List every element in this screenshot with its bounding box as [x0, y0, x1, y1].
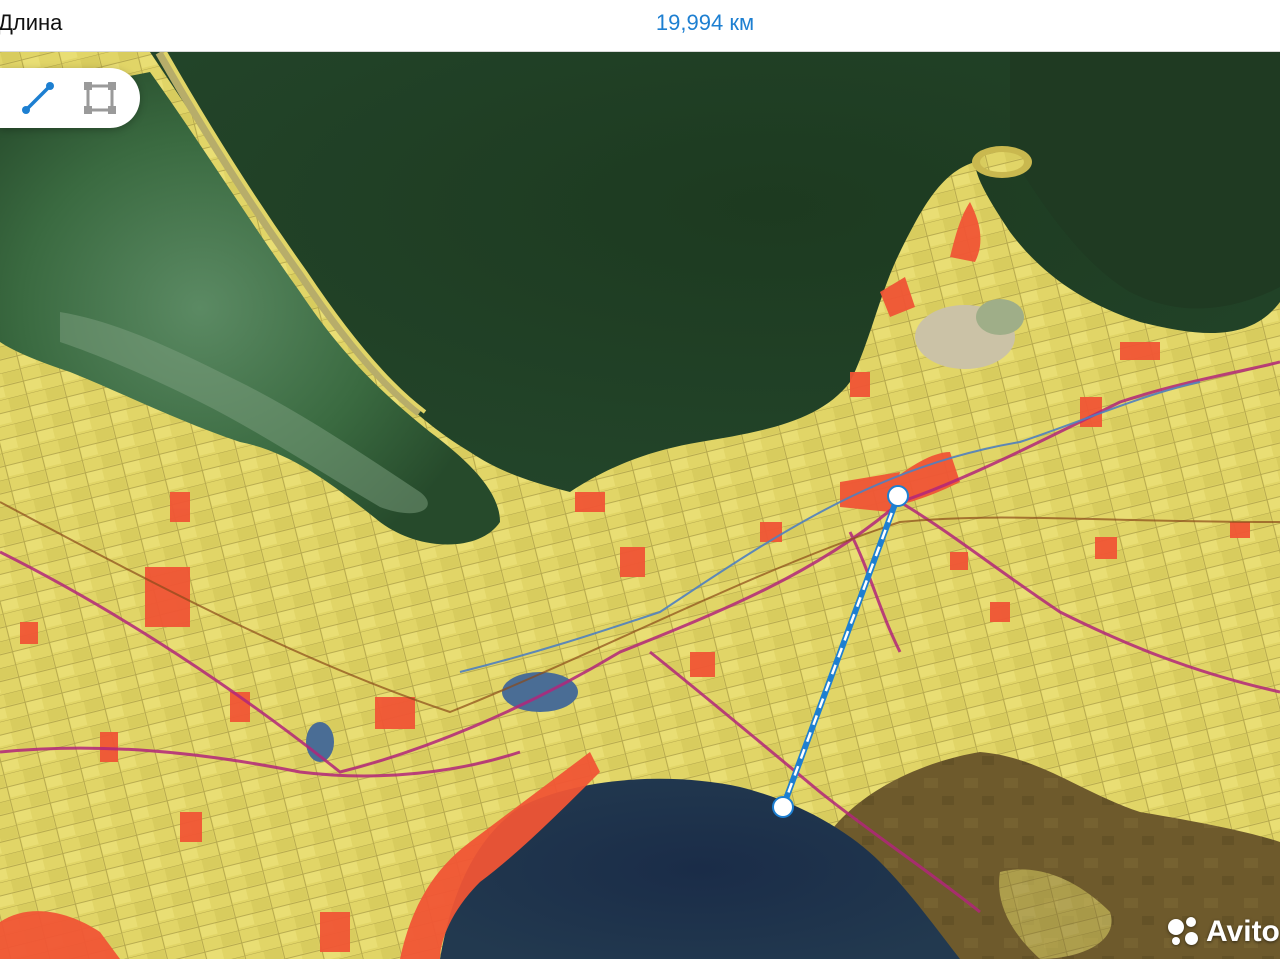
line-measure-icon — [22, 82, 54, 114]
avito-logo-icon — [1166, 915, 1200, 949]
measure-distance-value: 19,994 км — [655, 10, 755, 35]
measure-end-point — [772, 796, 794, 818]
measure-toolbar — [0, 68, 140, 128]
line-measure-button[interactable] — [18, 78, 58, 118]
avito-text: Avito — [1206, 915, 1280, 948]
area-measure-icon — [84, 82, 116, 114]
small-lake — [502, 672, 578, 712]
measure-header: Длина 19,994 км — [0, 0, 1280, 52]
satellite-map[interactable] — [0, 52, 1280, 959]
avito-watermark: Avito — [1166, 912, 1280, 952]
measure-start-point — [887, 485, 909, 507]
area-measure-button[interactable] — [80, 78, 120, 118]
